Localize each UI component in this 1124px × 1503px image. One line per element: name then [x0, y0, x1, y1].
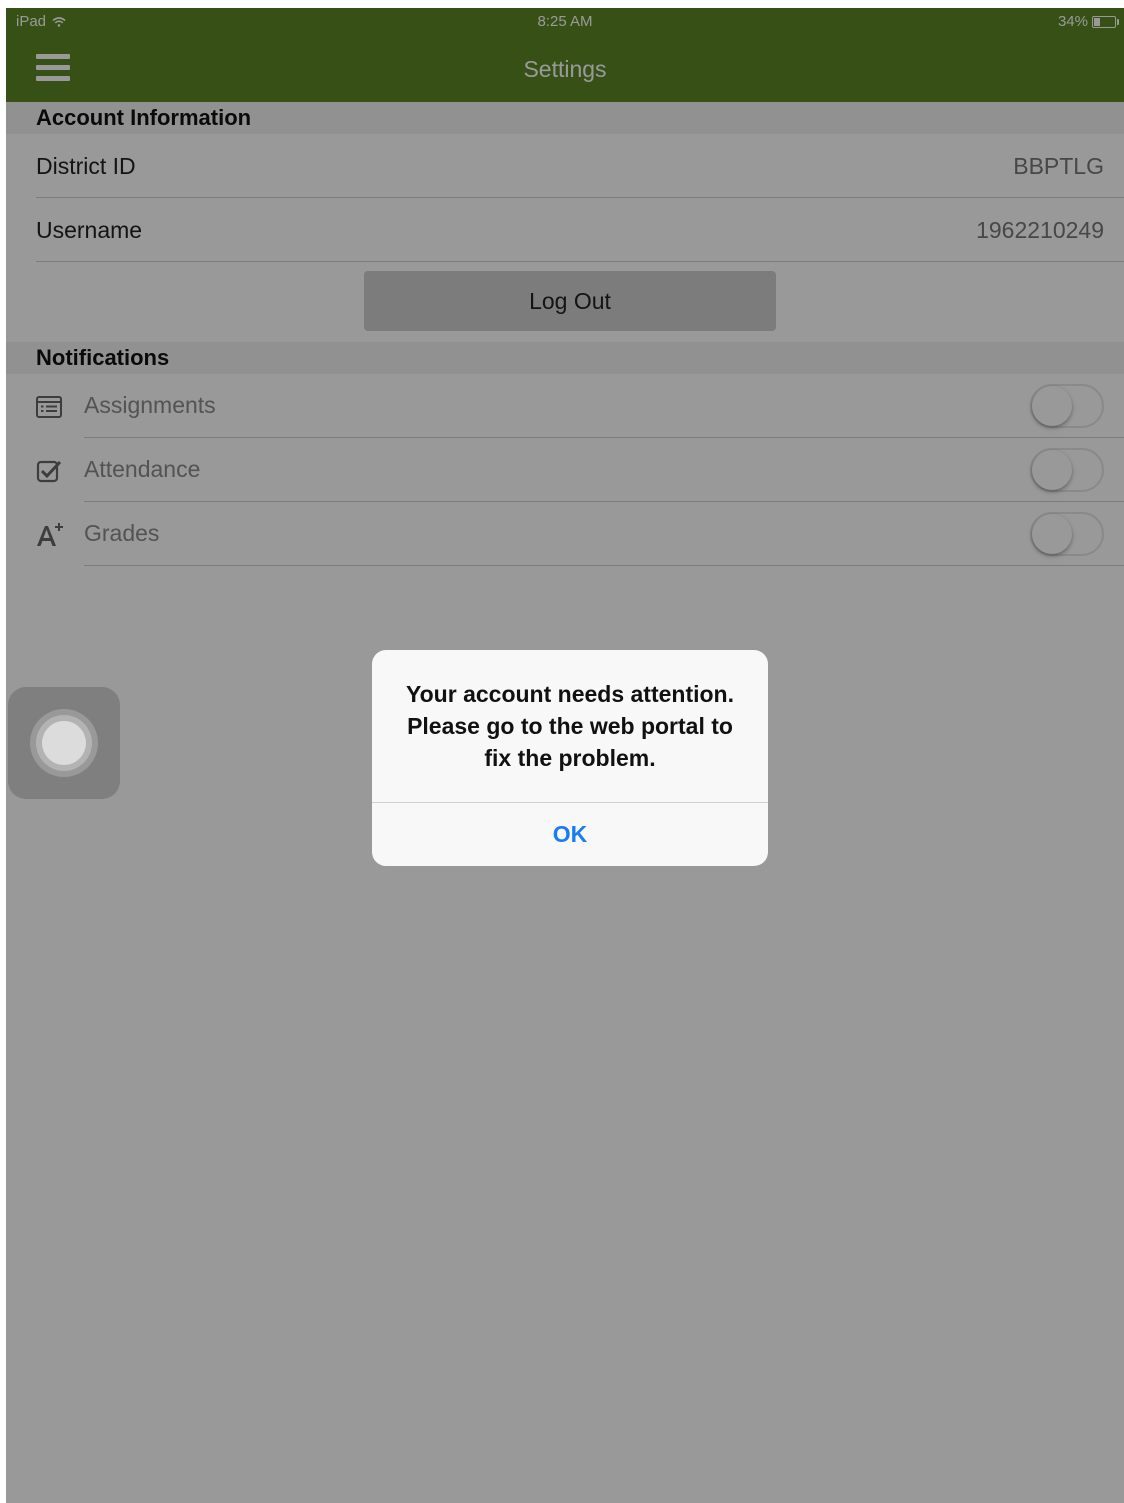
assistive-touch-button[interactable]: [8, 687, 120, 799]
assistive-touch-center: [42, 721, 86, 765]
alert-message: Your account needs attention. Please go …: [406, 681, 734, 771]
settings-screen: iPad 8:25 AM 34% Settings Account Inform…: [6, 8, 1124, 1503]
ok-button[interactable]: OK: [372, 803, 768, 866]
alert-dialog: Your account needs attention. Please go …: [372, 650, 768, 866]
